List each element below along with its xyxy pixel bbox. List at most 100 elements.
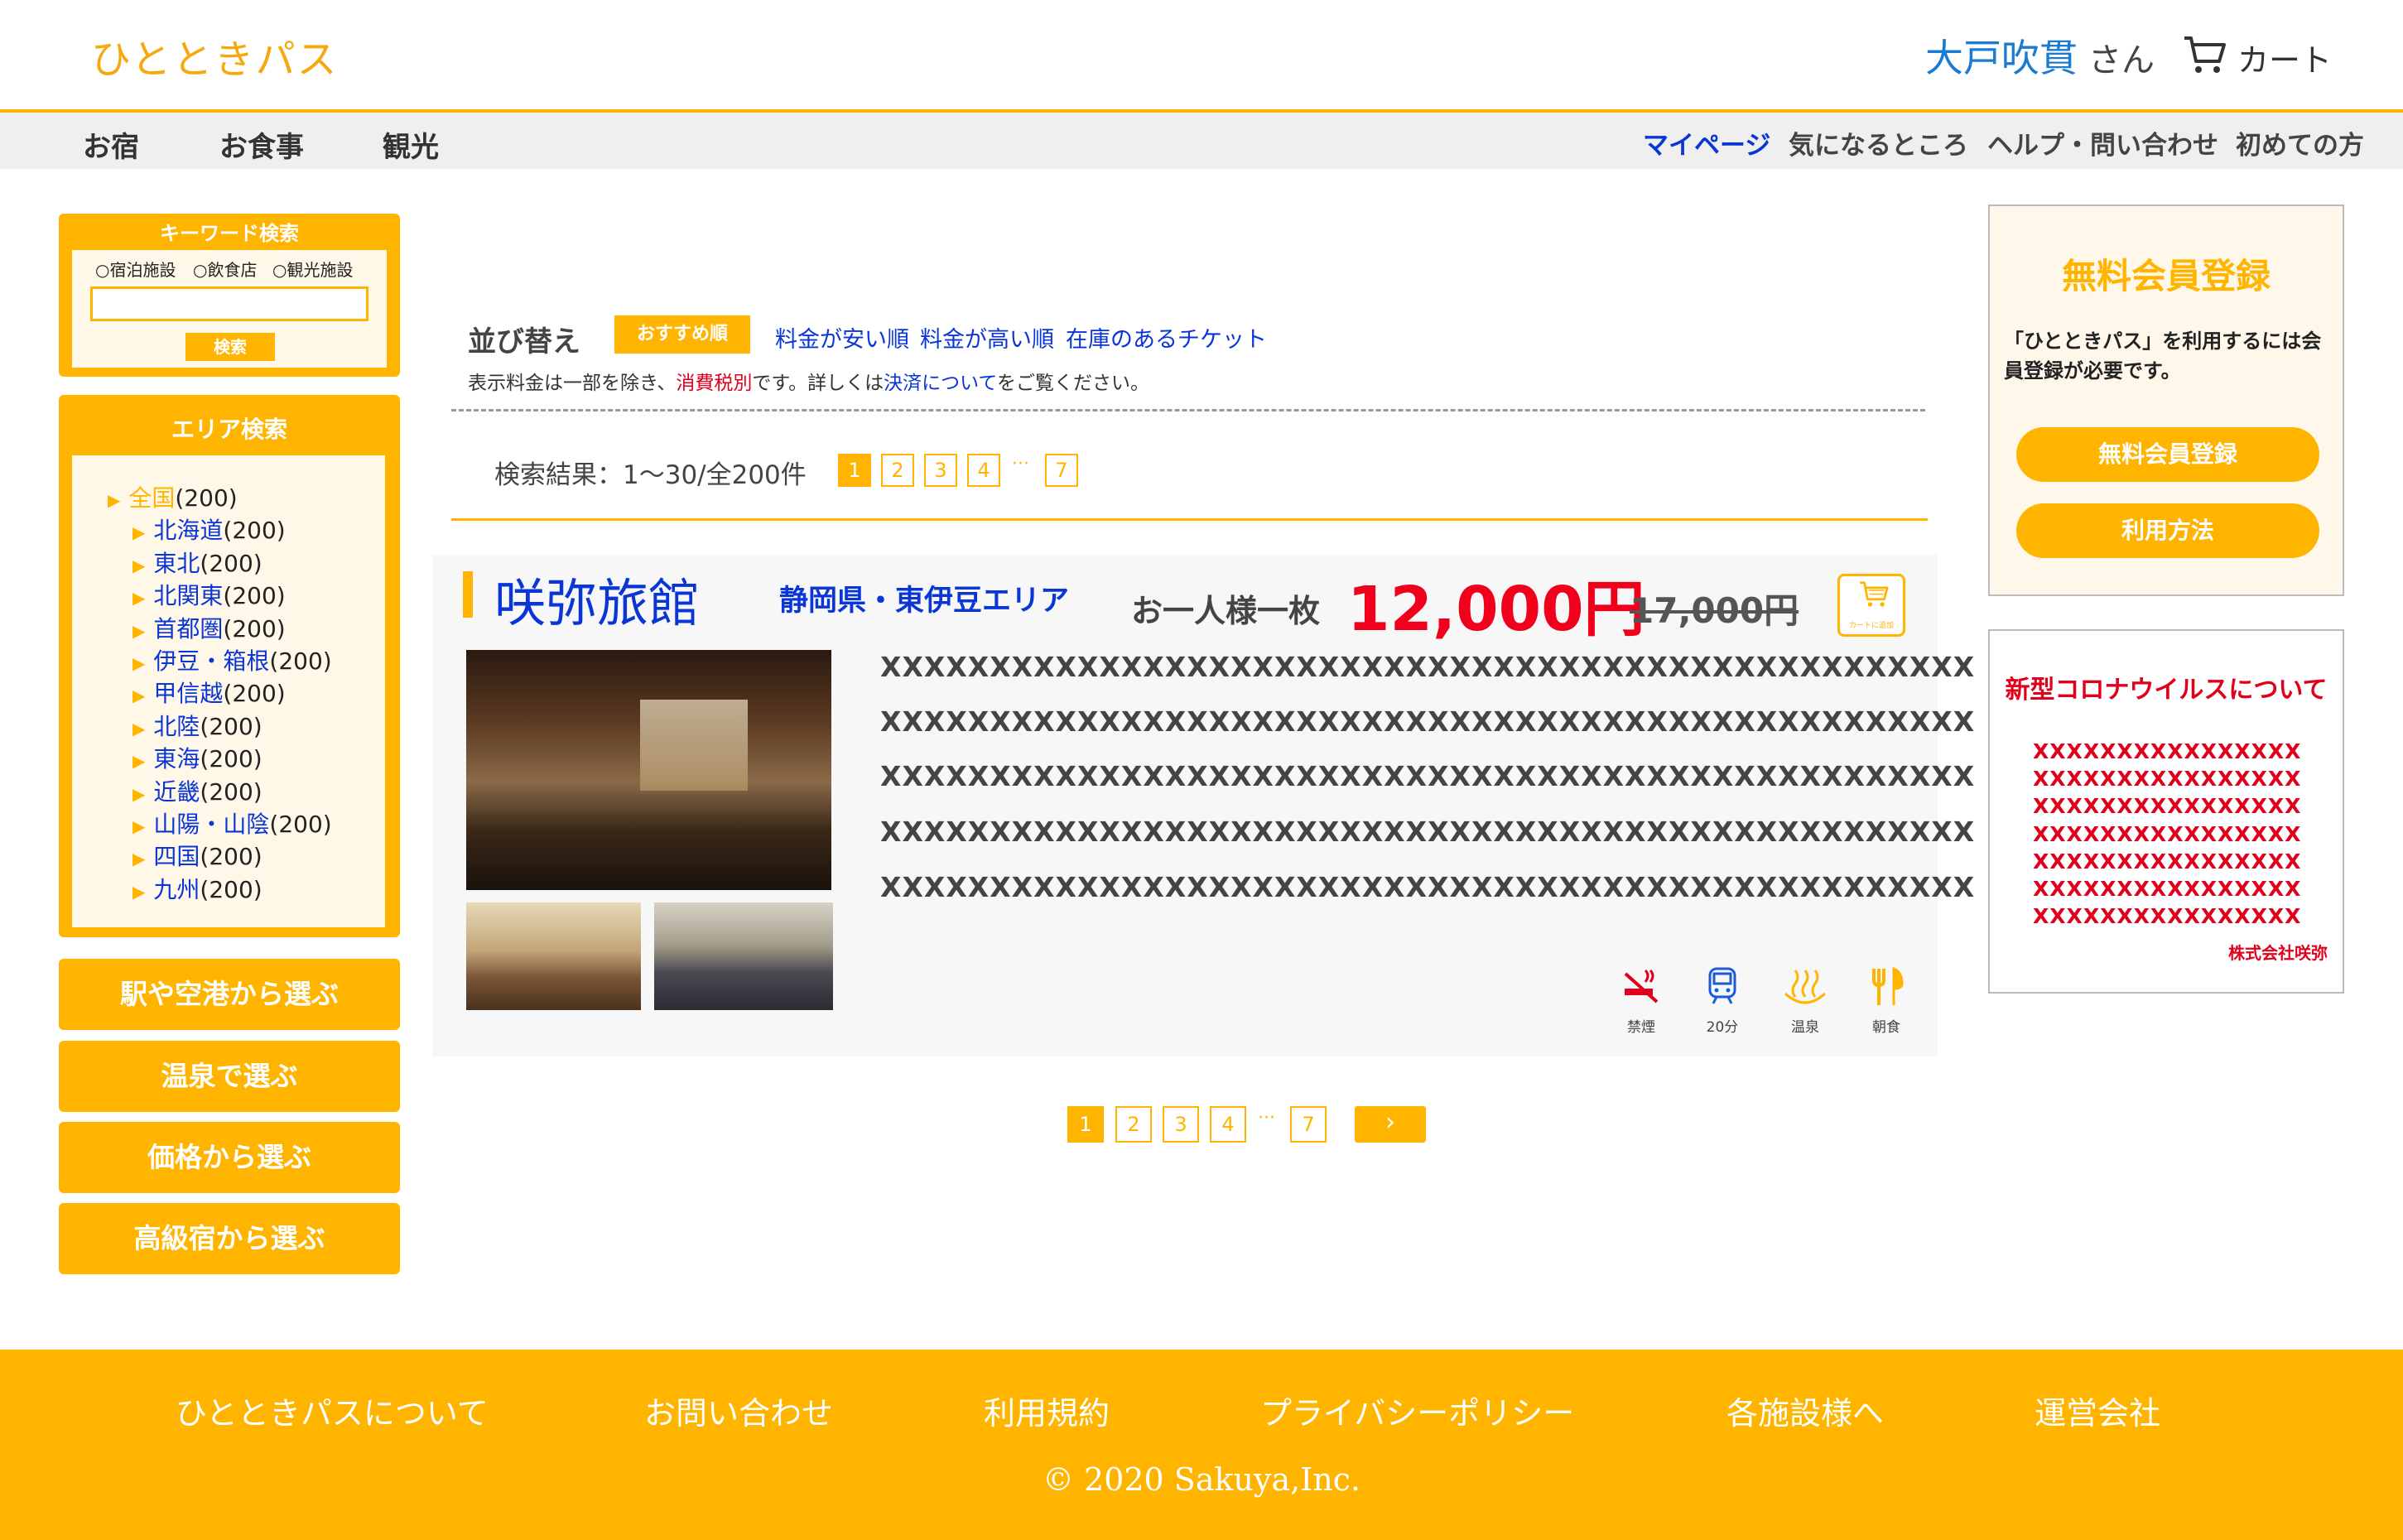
triangle-right-icon: ▶: [132, 686, 146, 705]
payment-info-link[interactable]: 決済について: [884, 373, 997, 394]
nav-help[interactable]: ヘルプ・問い合わせ: [1987, 124, 2218, 161]
area-item-count: (200): [200, 713, 262, 740]
nav-favorites[interactable]: 気になるところ: [1789, 124, 1968, 161]
page-ellipsis: ···: [1012, 454, 1029, 474]
area-item-name[interactable]: 伊豆・箱根: [153, 647, 269, 675]
footer-link-privacy[interactable]: プライバシーポリシー: [1260, 1388, 1574, 1433]
page-3-button[interactable]: 3: [924, 454, 957, 487]
register-description: 「ひとときパス」を利用するには会員登録が必要です。: [2004, 330, 2322, 383]
page-3-button[interactable]: 3: [1163, 1106, 1199, 1143]
listing-main-photo[interactable]: [466, 650, 831, 890]
listing-thumbnail[interactable]: [466, 902, 641, 1010]
site-footer: [0, 1350, 2403, 1540]
tax-note: 表示料金は一部を除き、消費税別です。詳しくは決済についてをご覧ください。: [468, 373, 1149, 394]
tax-excluded-text: 消費税別: [676, 373, 753, 394]
triangle-right-icon: ▶: [132, 849, 146, 869]
nav-first-time[interactable]: 初めての方: [2236, 124, 2364, 161]
area-item-name[interactable]: 東北: [153, 550, 200, 577]
area-item[interactable]: ▶ 北関東(200): [132, 578, 286, 611]
page-last-button[interactable]: 7: [1045, 454, 1078, 487]
area-item-count: (200): [269, 811, 332, 838]
area-item-name[interactable]: 北海道: [153, 517, 223, 544]
cart-link[interactable]: カート: [2237, 35, 2332, 80]
triangle-right-icon: ▶: [132, 816, 146, 836]
area-item-count: (200): [223, 582, 286, 609]
nav-sightseeing[interactable]: 観光: [383, 124, 439, 165]
page-4-button[interactable]: 4: [1210, 1106, 1246, 1143]
area-item-name[interactable]: 北陸: [153, 713, 200, 740]
page-1-button[interactable]: 1: [1067, 1106, 1104, 1143]
radio-sightseeing[interactable]: ○観光施設: [272, 257, 353, 281]
area-item[interactable]: ▶ 東北(200): [132, 546, 262, 579]
listing-price-label: お一人様一枚: [1131, 593, 1321, 629]
page-1-button[interactable]: 1: [838, 454, 871, 487]
nav-mypage[interactable]: マイページ: [1643, 124, 1770, 161]
sort-recommended-button[interactable]: おすすめ順: [614, 315, 750, 354]
area-item-name[interactable]: 北関東: [153, 582, 223, 609]
site-logo[interactable]: ひとときパス: [91, 26, 339, 84]
cart-add-icon: [1860, 581, 1889, 607]
area-item[interactable]: ▶ 北陸(200): [132, 709, 262, 742]
page-4-button[interactable]: 4: [967, 454, 1000, 487]
select-by-station-button[interactable]: 駅や空港から選ぶ: [59, 959, 400, 1030]
area-item-name[interactable]: 全国: [128, 484, 175, 512]
footer-link-about[interactable]: ひとときパスについて: [176, 1388, 489, 1433]
sort-in-stock[interactable]: 在庫のあるチケット: [1066, 321, 1267, 354]
nav-lodging[interactable]: お宿: [83, 124, 139, 165]
area-item[interactable]: ▶ 東海(200): [132, 741, 262, 774]
area-item-name[interactable]: 近畿: [153, 778, 200, 806]
area-item[interactable]: ▶ 近畿(200): [132, 774, 262, 807]
keyword-input[interactable]: [90, 286, 368, 321]
listing-description-line: XXXXXXXXXXXXXXXXXXXXXXXXXXXXXXXXXXXXXXXX…: [880, 705, 1976, 738]
listing-area: 静岡県・東伊豆エリア: [779, 585, 1070, 618]
listing-description-line: XXXXXXXXXXXXXXXXXXXXXXXXXXXXXXXXXXXXXXXX…: [880, 816, 1976, 848]
how-to-use-button[interactable]: 利用方法: [2016, 503, 2319, 558]
page-2-button[interactable]: 2: [1115, 1106, 1152, 1143]
area-item-name[interactable]: 首都圏: [153, 615, 223, 642]
covid-notice-line: XXXXXXXXXXXXXXXX: [2033, 877, 2302, 901]
area-item-name[interactable]: 山陽・山陰: [153, 811, 269, 838]
listing-thumbnail[interactable]: [654, 902, 833, 1010]
covid-notice-line: XXXXXXXXXXXXXXXX: [2033, 739, 2302, 763]
covid-notice-title[interactable]: 新型コロナウイルスについて: [1988, 669, 2344, 705]
select-by-price-button[interactable]: 価格から選ぶ: [59, 1122, 400, 1193]
next-page-button[interactable]: ›: [1355, 1106, 1426, 1143]
area-item-name[interactable]: 甲信越: [153, 680, 223, 707]
page-last-button[interactable]: 7: [1290, 1106, 1327, 1143]
area-item-name[interactable]: 九州: [153, 876, 200, 903]
sort-price-high[interactable]: 料金が高い順: [920, 321, 1054, 354]
area-item-name[interactable]: 東海: [153, 745, 200, 772]
footer-link-terms[interactable]: 利用規約: [984, 1388, 1110, 1433]
user-name[interactable]: 大戸吹貫: [1925, 28, 2078, 83]
listing-price: 12,000円: [1347, 574, 1645, 645]
area-item[interactable]: ▶ 伊豆・箱根(200): [132, 643, 332, 676]
sort-price-low[interactable]: 料金が安い順: [775, 321, 909, 354]
area-item[interactable]: ▶ 四国(200): [132, 839, 262, 872]
listing-title[interactable]: 咲弥旅館: [494, 561, 700, 636]
divider: [451, 409, 1925, 411]
footer-link-company[interactable]: 運営会社: [2035, 1388, 2160, 1433]
footer-link-facilities[interactable]: 各施設様へ: [1726, 1388, 1884, 1433]
nav-dining[interactable]: お食事: [219, 124, 304, 165]
page-2-button[interactable]: 2: [881, 454, 914, 487]
area-item-count: (200): [200, 778, 262, 806]
select-by-onsen-button[interactable]: 温泉で選ぶ: [59, 1041, 400, 1112]
cart-icon[interactable]: [2183, 33, 2226, 76]
area-item[interactable]: ▶ 甲信越(200): [132, 676, 286, 709]
select-luxury-button[interactable]: 高級宿から選ぶ: [59, 1203, 400, 1274]
radio-lodging[interactable]: ○宿泊施設: [95, 257, 176, 281]
triangle-right-icon: ▶: [132, 653, 146, 673]
radio-restaurant[interactable]: ○飲食店: [193, 257, 257, 281]
area-item[interactable]: ▶ 首都圏(200): [132, 611, 286, 644]
footer-link-contact[interactable]: お問い合わせ: [644, 1388, 833, 1433]
covid-notice-line: XXXXXXXXXXXXXXXX: [2033, 767, 2302, 791]
area-item-name[interactable]: 四国: [153, 843, 200, 870]
free-register-button[interactable]: 無料会員登録: [2016, 427, 2319, 482]
keyword-search-button[interactable]: 検索: [185, 333, 275, 361]
area-item-all[interactable]: ▶ 全国(200): [108, 480, 238, 513]
area-item[interactable]: ▶ 山陽・山陰(200): [132, 806, 332, 840]
listing-accent-bar: [463, 571, 473, 618]
area-item[interactable]: ▶ 北海道(200): [132, 513, 286, 546]
triangle-right-icon: ▶: [108, 490, 121, 510]
area-item[interactable]: ▶ 九州(200): [132, 872, 262, 905]
